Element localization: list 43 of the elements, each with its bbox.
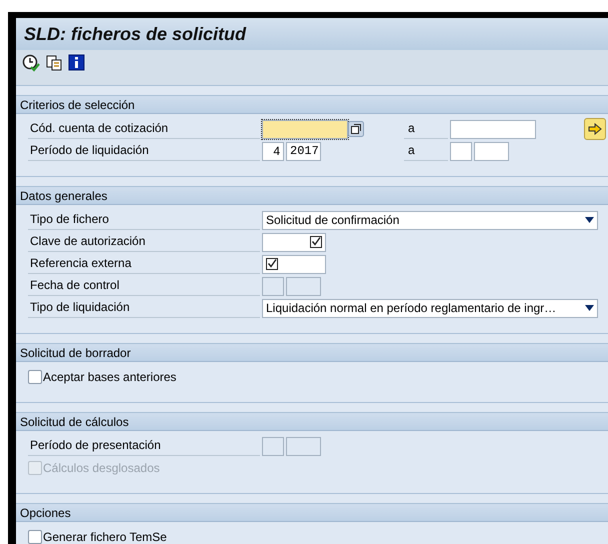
month-field[interactable]	[450, 142, 472, 160]
checkbox[interactable]	[28, 530, 42, 544]
window-title: SLD: ficheros de solicitud	[24, 22, 246, 46]
section-header: Solicitud de borrador	[16, 344, 608, 362]
field-label: Período de liquidación	[28, 141, 260, 161]
checkbox[interactable]	[28, 370, 42, 384]
check-icon	[266, 258, 278, 270]
checkbox-label: Aceptar bases anteriores	[43, 369, 176, 386]
section-header: Solicitud de cálculos	[16, 413, 608, 431]
month-field[interactable]: 4	[262, 142, 284, 160]
dropdown-value: Solicitud de confirmación	[266, 212, 400, 229]
year-field[interactable]	[474, 142, 509, 160]
to-field[interactable]	[450, 120, 536, 138]
field-label: Referencia externa	[28, 254, 260, 274]
multiple-selection-icon[interactable]	[348, 121, 364, 137]
range-label: a	[404, 119, 448, 139]
field-label: Tipo de fichero	[28, 210, 260, 230]
section-header: Opciones	[16, 504, 608, 522]
clock-check-icon[interactable]	[22, 54, 40, 72]
info-icon[interactable]	[68, 54, 86, 72]
field-label: Cód. cuenta de cotización	[28, 119, 260, 139]
checkbox-label: Generar fichero TemSe	[43, 529, 167, 544]
field-label: Tipo de liquidación	[28, 298, 260, 318]
dropdown-value: Liquidación normal en período reglamentario de ingr…	[266, 300, 556, 317]
range-label: a	[404, 141, 448, 161]
dropdown[interactable]: Solicitud de confirmación	[262, 210, 598, 230]
copy-icon[interactable]	[45, 54, 63, 72]
arrow-icon	[588, 123, 602, 135]
field-label: Clave de autorización	[28, 232, 260, 252]
checkbox-field[interactable]	[262, 254, 326, 274]
year-field[interactable]: 2017	[286, 142, 321, 160]
field-label: Fecha de control	[28, 276, 260, 296]
checkbox-field[interactable]	[262, 232, 326, 252]
check-icon	[310, 236, 322, 248]
caret-icon	[585, 217, 594, 223]
section-header: Datos generales	[16, 187, 608, 205]
checkbox-label: Cálculos desglosados	[43, 460, 160, 477]
account-code-field[interactable]	[262, 120, 348, 138]
caret-icon	[585, 305, 594, 311]
dropdown[interactable]: Liquidación normal en período reglamentario de ingr…	[262, 298, 598, 318]
arrow-button[interactable]	[584, 118, 606, 140]
section-header: Criterios de selección	[16, 96, 608, 114]
field-label: Período de presentación	[28, 436, 260, 456]
